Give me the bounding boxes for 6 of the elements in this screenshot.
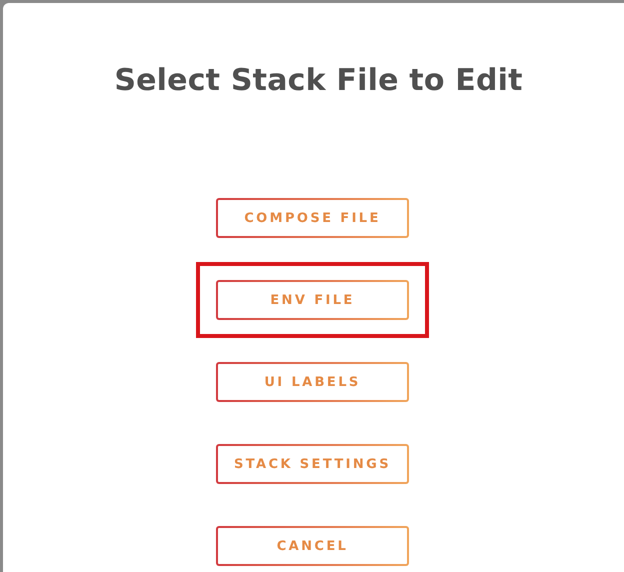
option-button[interactable]: UI LABELS bbox=[216, 362, 409, 402]
option-button[interactable]: ENV FILE bbox=[216, 280, 409, 320]
option-button[interactable]: CANCEL bbox=[216, 526, 409, 566]
option-button[interactable]: COMPOSE FILE bbox=[216, 198, 409, 238]
dialog-title: Select Stack File to Edit bbox=[114, 63, 523, 98]
option-button[interactable]: STACK SETTINGS bbox=[216, 444, 409, 484]
